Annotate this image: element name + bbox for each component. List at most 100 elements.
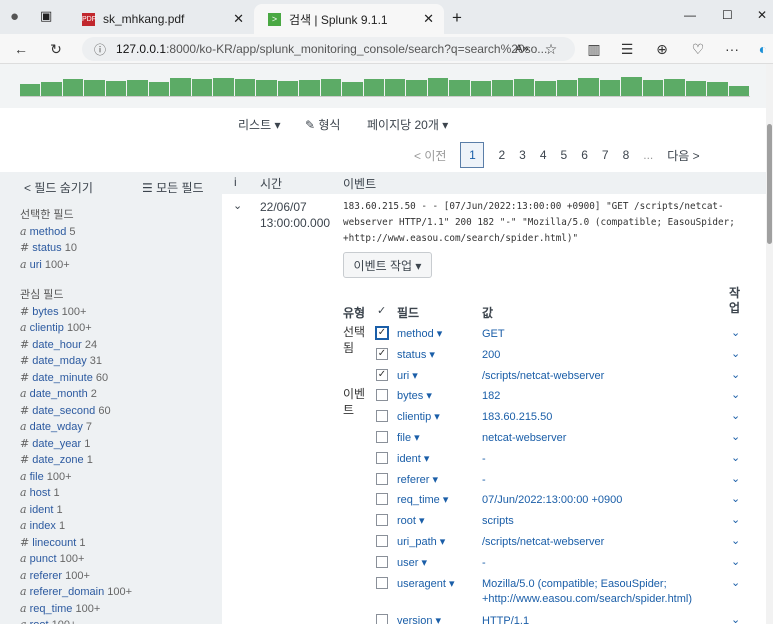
field-checkbox[interactable]: ✓ <box>376 368 388 381</box>
field-action-chevron-icon[interactable]: ⌄ <box>731 472 740 485</box>
tab-actions-icon[interactable]: ▣ <box>40 8 52 24</box>
field-action-chevron-icon[interactable]: ⌄ <box>731 613 740 624</box>
field-action-chevron-icon[interactable]: ⌄ <box>731 388 740 401</box>
field-checkbox[interactable] <box>376 389 388 402</box>
histogram-bar[interactable] <box>578 78 599 96</box>
per-page-dropdown[interactable]: 페이지당 20개 ▾ <box>367 116 448 133</box>
more-icon[interactable]: ··· <box>722 34 742 64</box>
page-5[interactable]: 5 <box>561 148 568 162</box>
field-checkbox[interactable] <box>376 514 388 527</box>
page-7[interactable]: 7 <box>602 148 609 162</box>
copilot-icon[interactable]: ◐ <box>754 34 772 64</box>
field-value-link[interactable]: - <box>482 556 722 571</box>
page-1[interactable]: 1 <box>460 142 485 168</box>
sidebar-field-item[interactable]: a date_wday 7 <box>20 419 132 436</box>
field-value-link[interactable]: GET <box>482 327 722 342</box>
sidebar-field-item[interactable]: a req_time 100+ <box>20 601 132 618</box>
field-checkbox[interactable]: ✓ <box>375 326 389 340</box>
field-value-link[interactable]: netcat-webserver <box>482 431 722 446</box>
field-value-link[interactable]: scripts <box>482 514 722 529</box>
pager-prev[interactable]: < 이전 <box>414 147 446 164</box>
new-tab-icon[interactable]: + <box>452 8 462 28</box>
field-name-link[interactable]: method ▾ <box>397 327 442 340</box>
field-name-link[interactable]: user ▾ <box>397 556 427 569</box>
histogram-bar[interactable] <box>470 81 492 96</box>
minimize-icon[interactable]: — <box>684 8 696 22</box>
field-name-link[interactable]: uri ▾ <box>397 369 418 382</box>
profile-icon[interactable]: ● <box>10 8 19 25</box>
scrollbar-thumb[interactable] <box>767 124 772 244</box>
list-dropdown[interactable]: 리스트 ▾ <box>238 116 280 133</box>
sidebar-field-item[interactable]: a method 5 <box>20 224 132 241</box>
sidebar-field-item[interactable]: a date_month 2 <box>20 386 132 403</box>
field-checkbox[interactable] <box>376 451 388 464</box>
field-name-link[interactable]: uri_path ▾ <box>397 535 445 548</box>
refresh-icon[interactable]: ↻ <box>45 34 67 64</box>
field-checkbox[interactable] <box>376 472 388 485</box>
close-window-icon[interactable]: ✕ <box>757 8 767 22</box>
tab-pdf[interactable]: PDF sk_mhkang.pdf ✕ <box>68 4 254 34</box>
format-button[interactable]: ✎ 형식 <box>305 116 340 133</box>
field-name-link[interactable]: root ▾ <box>397 514 425 527</box>
field-checkbox[interactable] <box>376 535 388 547</box>
field-name-link[interactable]: status ▾ <box>397 348 435 361</box>
read-aloud-icon[interactable]: A» <box>512 34 532 64</box>
close-tab-icon[interactable]: ✕ <box>233 11 244 27</box>
sidebar-field-item[interactable]: a clientip 100+ <box>20 320 132 337</box>
sidebar-field-item[interactable]: # status 10 <box>20 240 132 257</box>
field-action-chevron-icon[interactable]: ⌄ <box>731 513 740 526</box>
tab-splunk[interactable]: > 검색 | Splunk 9.1.1 ✕ <box>254 4 444 34</box>
page-6[interactable]: 6 <box>581 148 588 162</box>
field-checkbox[interactable] <box>376 493 388 506</box>
histogram-bar[interactable] <box>234 79 256 96</box>
histogram-bar[interactable] <box>277 81 299 96</box>
field-checkbox[interactable]: ✓ <box>376 347 388 360</box>
field-action-chevron-icon[interactable]: ⌄ <box>731 576 740 589</box>
sidebar-field-item[interactable]: a ident 1 <box>20 502 132 519</box>
page-scrollbar[interactable] <box>766 64 773 624</box>
collections-icon[interactable]: ⊕ <box>652 34 672 64</box>
histogram-bar[interactable] <box>105 81 127 96</box>
sidebar-field-item[interactable]: # date_year 1 <box>20 436 132 453</box>
field-value-link[interactable]: - <box>482 452 722 467</box>
histogram-bar[interactable] <box>41 82 62 96</box>
hide-fields-link[interactable]: < 필드 숨기기 <box>24 179 93 196</box>
sidebar-field-item[interactable]: # date_hour 24 <box>20 337 132 354</box>
field-checkbox[interactable] <box>376 576 388 589</box>
sidebar-field-item[interactable]: a root 100+ <box>20 617 132 624</box>
page-2[interactable]: 2 <box>498 148 505 162</box>
sidebar-field-item[interactable]: a punct 100+ <box>20 551 132 568</box>
histogram-bar[interactable] <box>556 80 578 96</box>
histogram-bar[interactable] <box>406 80 427 96</box>
sidebar-field-item[interactable]: a index 1 <box>20 518 132 535</box>
field-name-link[interactable]: ident ▾ <box>397 452 429 465</box>
histogram-bar[interactable] <box>84 80 105 96</box>
field-value-link[interactable]: 200 <box>482 348 722 363</box>
favorites-icon[interactable]: ☰ <box>617 34 637 64</box>
collapse-event-chevron-icon[interactable]: ⌄ <box>233 199 242 212</box>
histogram-bar[interactable] <box>492 80 513 96</box>
sidebar-field-item[interactable]: # date_mday 31 <box>20 353 132 370</box>
sidebar-field-item[interactable]: a uri 100+ <box>20 257 132 274</box>
browser-essentials-icon[interactable]: ♡ <box>688 34 708 64</box>
histogram-bar[interactable] <box>664 79 685 96</box>
field-action-chevron-icon[interactable]: ⌄ <box>731 368 740 381</box>
histogram-bar[interactable] <box>213 78 234 96</box>
histogram-bar[interactable] <box>621 77 642 96</box>
event-actions-button[interactable]: 이벤트 작업 ▾ <box>343 252 432 278</box>
field-name-link[interactable]: version ▾ <box>397 614 441 624</box>
histogram-bar[interactable] <box>170 78 191 96</box>
field-value-link[interactable]: /scripts/netcat-webserver <box>482 535 722 550</box>
field-name-link[interactable]: file ▾ <box>397 431 420 444</box>
histogram-bar[interactable] <box>363 79 384 96</box>
histogram-bar[interactable] <box>256 80 277 96</box>
all-fields-button[interactable]: ☰ 모든 필드 <box>142 179 204 196</box>
field-action-chevron-icon[interactable]: ⌄ <box>731 347 740 360</box>
sidebar-field-item[interactable]: a referer_domain 100+ <box>20 584 132 601</box>
histogram-bar[interactable] <box>449 80 470 96</box>
histogram-bar[interactable] <box>513 79 535 96</box>
favorite-star-icon[interactable]: ☆ <box>541 34 561 64</box>
field-action-chevron-icon[interactable]: ⌄ <box>731 451 740 464</box>
field-value-link[interactable]: 182 <box>482 389 722 404</box>
histogram-bar[interactable] <box>299 80 320 96</box>
